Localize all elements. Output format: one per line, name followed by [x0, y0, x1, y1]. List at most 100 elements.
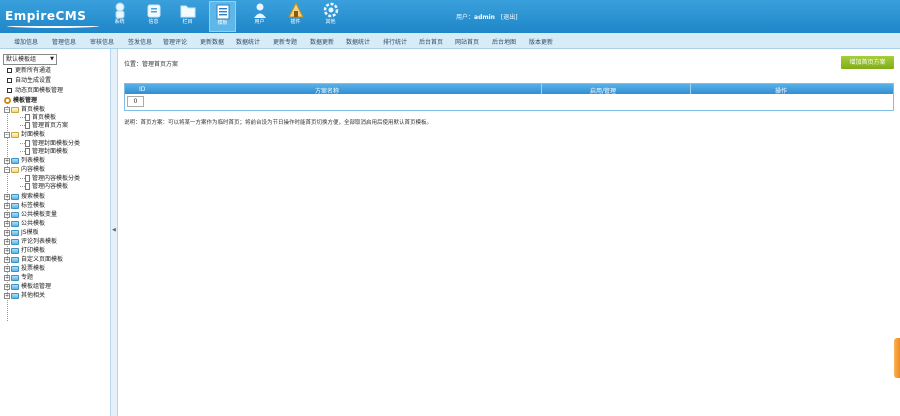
tree-node-label: 评论列表模板: [21, 238, 58, 245]
menu-update-topic[interactable]: 更新专题: [273, 37, 297, 46]
menu-review-info[interactable]: 审核信息: [90, 37, 114, 46]
menu-manage-info[interactable]: 管理信息: [52, 37, 76, 46]
tree-node[interactable]: + 搜索模板: [4, 193, 45, 201]
menu-version-update[interactable]: 版本更新: [529, 37, 553, 46]
quick-link[interactable]: 自动生成设置: [7, 77, 51, 85]
checkbox-icon: [7, 68, 12, 73]
table-row: 0: [125, 94, 893, 110]
topnav-info[interactable]: 信息: [140, 1, 167, 32]
menu-data-stats-2[interactable]: 数据统计: [346, 37, 370, 46]
tree-leaf[interactable]: 管理内容模板分类: [20, 175, 80, 183]
menu-data-update[interactable]: 数据更新: [310, 37, 334, 46]
menu-manage-comments[interactable]: 管理评论: [163, 37, 187, 46]
expand-icon: +: [4, 293, 10, 299]
empirecms-logo[interactable]: EmpireCMS: [5, 5, 101, 29]
topnav-template[interactable]: 模板: [209, 1, 236, 32]
help-note: 说明：首页方案：可以将某一方案作为临时首页；将前台设为节日操作时能首页切换方便，…: [124, 120, 433, 126]
tree-node[interactable]: + 模板组管理: [4, 283, 51, 291]
folder-icon: [11, 221, 19, 227]
page-icon: [25, 175, 30, 182]
sidebar-splitter[interactable]: ◀: [111, 49, 118, 416]
expand-icon: +: [4, 194, 10, 200]
tree-node[interactable]: + 自定义页面模板: [4, 256, 63, 264]
topnav-label: 模板: [217, 20, 228, 26]
left-sidebar: 默认模板组 ▼ 更新所有通道 自动生成设置 动态页面模板管理 模板管理 − 首页模…: [0, 49, 111, 416]
topnav-other[interactable]: 其他: [317, 1, 344, 32]
gear-icon: [323, 2, 338, 18]
tree-leaf[interactable]: 管理内容模板: [20, 183, 68, 191]
topnav-plugin[interactable]: 插件: [282, 1, 309, 32]
quick-link-label: 更新所有通道: [15, 67, 52, 74]
default-scheme-radio[interactable]: 0: [127, 96, 144, 107]
menu-rank-stats[interactable]: 排行统计: [383, 37, 407, 46]
tree-node[interactable]: − 首页模板: [4, 106, 45, 114]
tree-node[interactable]: + 标签模板: [4, 202, 45, 210]
tree-node[interactable]: + JS模板: [4, 229, 39, 237]
tree-node[interactable]: + 列表模板: [4, 157, 45, 165]
topnav-label: 栏目: [182, 19, 193, 25]
tree-node-label: 标签模板: [21, 202, 46, 209]
menu-sign-info[interactable]: 签发信息: [128, 37, 152, 46]
top-header: EmpireCMS 系统 信息 栏目 模板 用户 插件 其他 用户：admin …: [0, 0, 900, 33]
tree-node[interactable]: − 封面模板: [4, 131, 45, 139]
folder-icon: [11, 257, 19, 263]
tree-leaf-label: 管理封面模板分类: [32, 140, 81, 147]
menu-update-data[interactable]: 更新数据: [200, 37, 224, 46]
folder-icon: [11, 293, 19, 299]
tree-root[interactable]: 模板管理: [4, 97, 37, 105]
folder-icon: [11, 212, 19, 218]
expand-icon: +: [4, 284, 10, 290]
topnav-system[interactable]: 系统: [106, 1, 133, 32]
menu-admin-home[interactable]: 后台首页: [419, 37, 443, 46]
tree-node[interactable]: + 打印模板: [4, 247, 45, 255]
tree-node-label: 封面模板: [21, 131, 46, 138]
template-group-select[interactable]: 默认模板组 ▼: [3, 54, 57, 65]
logout-link[interactable]: [退出]: [501, 14, 518, 21]
tree-leaf[interactable]: 管理封面模板分类: [20, 140, 80, 148]
expand-icon: +: [4, 239, 10, 245]
add-homepage-scheme-button[interactable]: 增加首页方案: [841, 56, 894, 69]
expand-icon: +: [4, 158, 10, 164]
checkbox-icon: [7, 78, 12, 83]
tree-node[interactable]: − 内容模板: [4, 166, 45, 174]
floating-side-tab[interactable]: [894, 338, 900, 378]
template-gear-icon: [4, 97, 11, 104]
menu-site-home[interactable]: 网站首页: [455, 37, 479, 46]
system-icon: [115, 2, 124, 19]
topnav-column[interactable]: 栏目: [174, 1, 201, 32]
menu-admin-map[interactable]: 后台地图: [492, 37, 516, 46]
tree-node[interactable]: + 投票模板: [4, 265, 45, 273]
menu-add-info[interactable]: 增加信息: [14, 37, 38, 46]
topnav-user[interactable]: 用户: [246, 1, 273, 32]
page-icon: [25, 122, 30, 129]
collapse-arrow-icon[interactable]: ◀: [112, 227, 116, 233]
expand-icon: +: [4, 212, 10, 218]
col-id: ID: [139, 86, 146, 93]
folder-icon: [11, 275, 19, 281]
tree-node-label: 搜索模板: [21, 193, 46, 200]
folder-open-icon: [11, 132, 19, 138]
expand-icon: +: [4, 257, 10, 263]
tree-node[interactable]: + 公共模板: [4, 220, 45, 228]
col-divider: [541, 84, 542, 94]
user-info: 用户：admin [退出]: [456, 12, 518, 21]
tree-node-label: 公共模板变量: [21, 211, 58, 218]
tree-leaf[interactable]: 首页模板: [20, 114, 56, 122]
tree-node[interactable]: + 其他相关: [4, 292, 45, 300]
quick-link[interactable]: 更新所有通道: [7, 67, 51, 75]
tree-leaf-label: 管理内容模板分类: [32, 175, 81, 182]
info-icon: [147, 4, 160, 18]
tree-node[interactable]: + 评论列表模板: [4, 238, 57, 246]
tree-node[interactable]: + 专题: [4, 274, 33, 282]
tree-leaf[interactable]: 管理封面模板: [20, 148, 68, 156]
quick-link[interactable]: 动态页面模板管理: [7, 87, 63, 95]
tree-node-label: 首页模板: [21, 106, 46, 113]
tree-leaf[interactable]: 管理首页方案: [20, 122, 68, 130]
tree-node[interactable]: + 公共模板变量: [4, 211, 57, 219]
tree-node-label: 内容模板: [21, 166, 46, 173]
menu-data-stats[interactable]: 数据统计: [236, 37, 260, 46]
folder-open-icon: [11, 107, 19, 113]
tree-leaf-label: 管理封面模板: [32, 148, 69, 155]
folder-icon: [11, 284, 19, 290]
logo-text: EmpireCMS: [5, 9, 87, 23]
